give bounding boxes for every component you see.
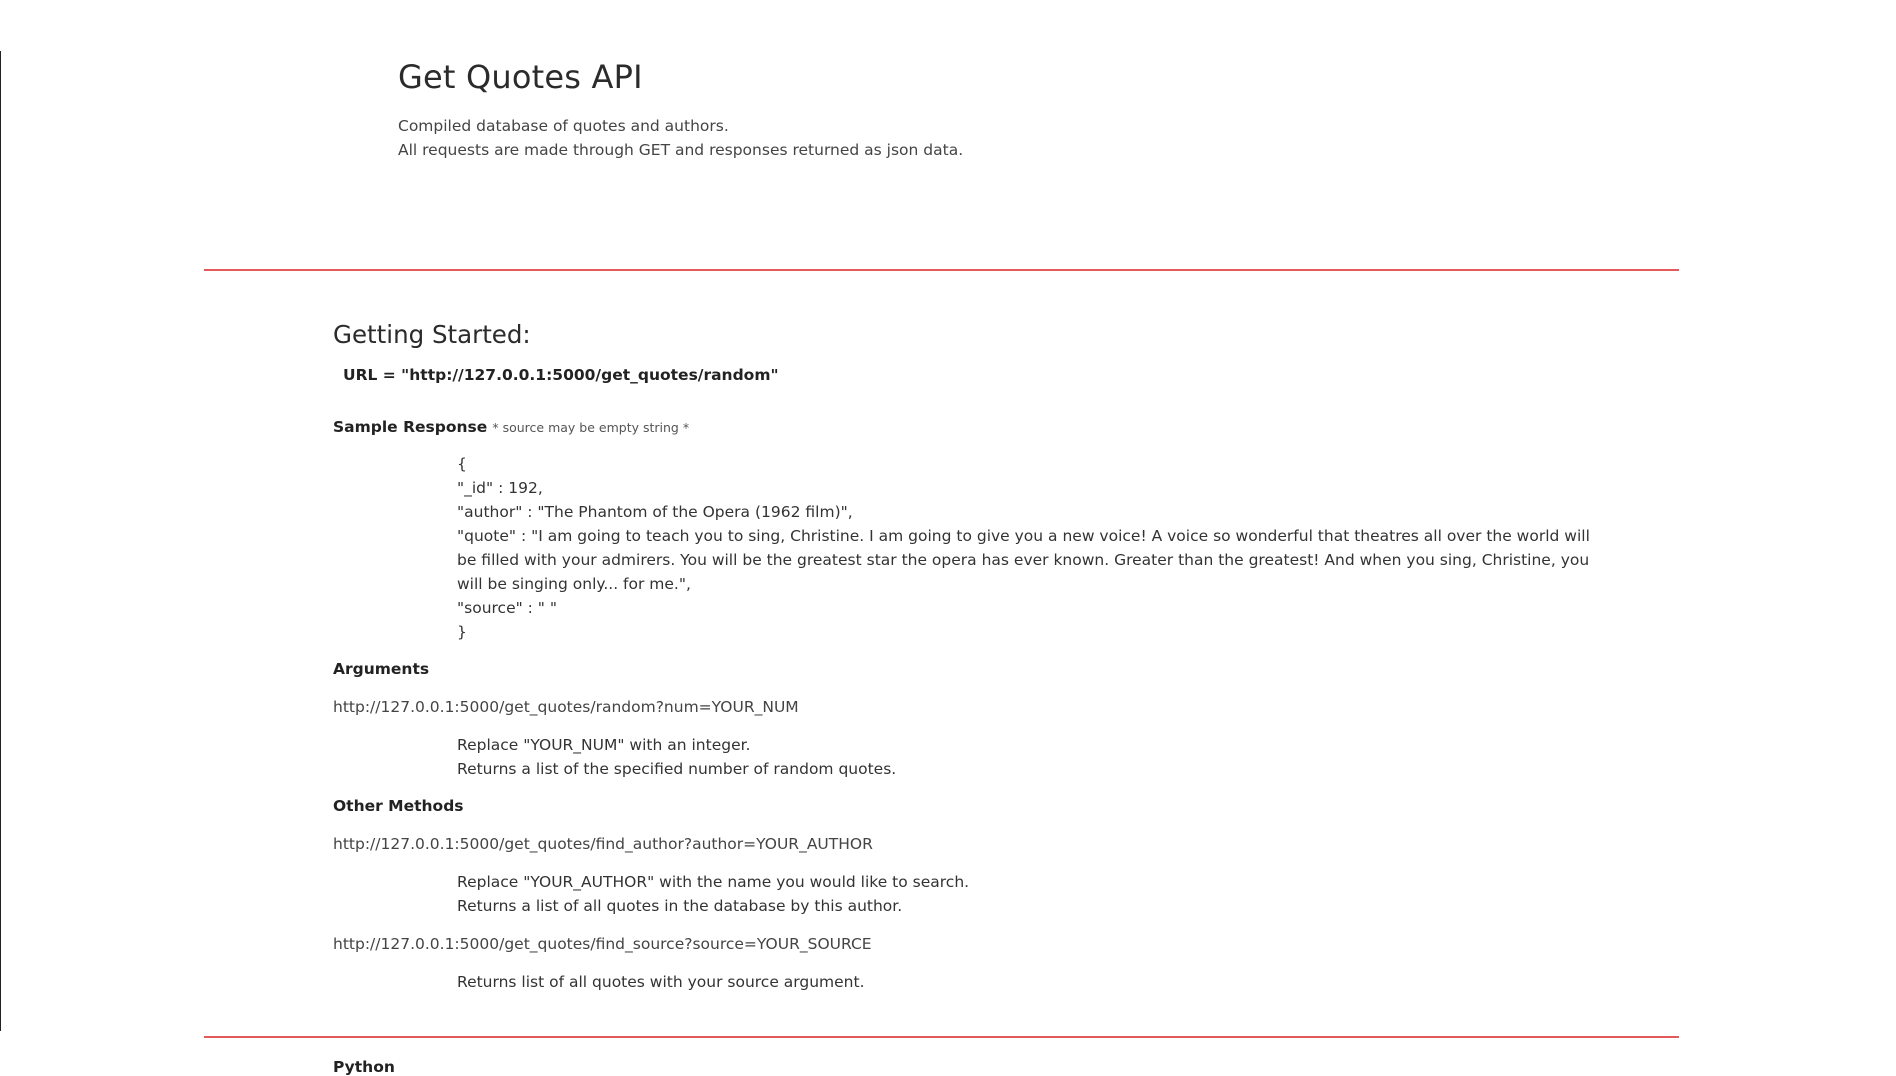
random-desc-line-1: Replace "YOUR_NUM" with an integer. [457,736,751,754]
author-desc-line-2: Returns a list of all quotes in the data… [457,897,903,915]
description-line-1: Compiled database of quotes and authors. [398,117,729,135]
find-source-description: Returns list of all quotes with your sou… [457,970,1633,994]
sample-response-label: Sample Response [333,418,488,436]
base-url: URL = "http://127.0.0.1:5000/get_quotes/… [343,366,779,384]
page: Get Quotes API Compiled database of quot… [0,0,1896,1076]
divider-top [204,269,1679,271]
sample-json: { "_id" : 192, "author" : "The Phantom o… [457,452,1607,644]
json-open-brace: { [457,455,467,473]
author-desc-line-1: Replace "YOUR_AUTHOR" with the name you … [457,873,970,891]
arguments-label: Arguments [333,660,430,678]
description-line-2: All requests are made through GET and re… [398,141,964,159]
json-id-line: "_id" : 192, [457,479,543,497]
docs-content: Getting Started: URL = "http://127.0.0.1… [333,320,1633,994]
find-source-endpoint: http://127.0.0.1:5000/get_quotes/find_so… [333,935,872,953]
getting-started-heading: Getting Started: [333,320,531,349]
page-description: Compiled database of quotes and authors.… [398,114,963,162]
json-source-line: "source" : " " [457,599,557,617]
sample-response-header: Sample Response * source may be empty st… [333,417,1633,436]
find-author-description: Replace "YOUR_AUTHOR" with the name you … [457,870,1633,918]
divider-bottom [204,1036,1679,1038]
json-close-brace: } [457,623,467,641]
random-endpoint: http://127.0.0.1:5000/get_quotes/random?… [333,698,799,716]
sample-response-note: * source may be empty string * [492,420,690,435]
random-endpoint-description: Replace "YOUR_NUM" with an integer. Retu… [457,733,1633,781]
python-heading: Python [333,1058,395,1076]
other-methods-label: Other Methods [333,797,464,815]
header: Get Quotes API Compiled database of quot… [398,58,963,162]
source-desc-line-1: Returns list of all quotes with your sou… [457,973,865,991]
page-title: Get Quotes API [398,58,643,96]
json-quote-line: "quote" : "I am going to teach you to si… [457,527,1590,593]
json-author-line: "author" : "The Phantom of the Opera (19… [457,503,853,521]
find-author-endpoint: http://127.0.0.1:5000/get_quotes/find_au… [333,835,873,853]
left-border [0,51,1,1031]
random-desc-line-2: Returns a list of the specified number o… [457,760,897,778]
